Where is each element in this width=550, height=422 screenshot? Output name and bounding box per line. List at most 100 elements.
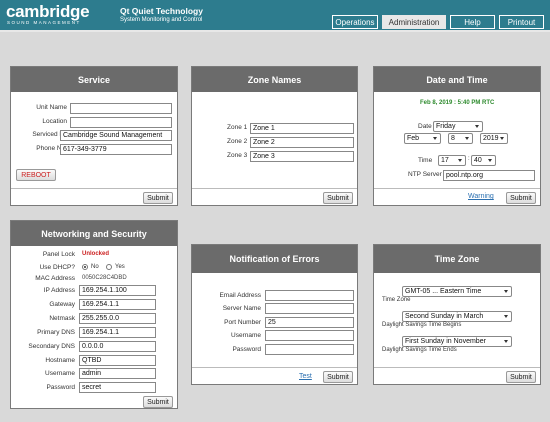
zones-submit-button[interactable]: Submit [323,192,353,204]
zone1-label: Zone 1 [227,124,248,131]
chevron-down-icon [458,159,462,162]
app-header: cambridge SOUND MANAGEMENT Qt Quiet Tech… [0,0,550,30]
panel-lock-status: Unlocked [82,251,110,257]
password-input[interactable]: secret [79,382,156,393]
chevron-down-icon [488,159,492,162]
zone1-input[interactable]: Zone 1 [250,123,354,134]
location-input[interactable] [70,117,172,128]
month-select[interactable]: Feb [404,133,441,144]
email-label: Email Address [219,292,261,299]
gateway-label: Gateway [49,301,75,308]
dst-begin-caption: Daylight Savings Time Begins [382,322,462,328]
network-submit-button[interactable]: Submit [143,396,173,408]
dhcp-no-radio[interactable] [82,264,88,270]
netmask-input[interactable]: 255.255.0.0 [79,313,156,324]
port-input[interactable]: 25 [265,317,354,328]
ip-address-input[interactable]: 169.254.1.100 [79,285,156,296]
smtp-password-input[interactable] [265,344,354,355]
current-datetime: Feb 8, 2019 : 5:40 PM RTC [420,100,495,106]
dst-begin-select[interactable]: Second Sunday in March [402,311,512,322]
username-label: Username [45,370,75,377]
product-name: Qt Quiet Technology [120,6,203,16]
panel-title: Networking and Security [11,221,177,246]
day-select[interactable]: 8 [448,133,473,144]
panel-title: Date and Time [374,67,540,92]
zone2-label: Zone 2 [227,138,248,145]
zone3-input[interactable]: Zone 3 [250,151,354,162]
networking-panel: Networking and Security Panel Lock Unloc… [10,220,178,409]
dst-end-caption: Daylight Savings Time Ends [382,347,457,353]
chevron-down-icon [504,340,508,343]
time-label: Time [418,157,433,164]
product-tagline: System Monitoring and Control [120,17,203,23]
chevron-down-icon [504,290,508,293]
hour-select[interactable]: 17 [438,155,466,166]
chevron-down-icon [500,137,504,140]
zone-names-panel: Zone Names Zone 1 Zone 1 Zone 2 Zone 2 Z… [191,66,358,206]
dhcp-yes-radio[interactable] [106,264,112,270]
primary-dns-input[interactable]: 169.254.1.1 [79,327,156,338]
unit-name-input[interactable] [70,103,172,114]
brand-subtitle: SOUND MANAGEMENT [7,20,81,25]
nav-printout[interactable]: Printout [499,15,544,29]
netmask-label: Netmask [49,315,75,322]
username-input[interactable]: admin [79,368,156,379]
chevron-down-icon [465,137,469,140]
header-divider [0,30,550,32]
zone2-input[interactable]: Zone 2 [250,137,354,148]
ntp-server-input[interactable]: pool.ntp.org [443,170,535,181]
serviced-by-input[interactable]: Cambridge Sound Management [60,130,172,141]
server-name-label: Server Name [222,305,261,312]
reboot-button[interactable]: REBOOT [16,169,56,181]
location-label: Location [42,118,67,125]
time-zone-panel: Time Zone GMT-05 ... Eastern Time Time Z… [373,244,541,385]
errors-submit-button[interactable]: Submit [323,371,353,383]
errors-panel: Notification of Errors Email Address Ser… [191,244,358,385]
year-select[interactable]: 2019 [480,133,508,144]
unit-name-label: Unit Name [36,104,67,111]
gateway-input[interactable]: 169.254.1.1 [79,299,156,310]
panel-title: Service [11,67,177,92]
email-input[interactable] [265,290,354,301]
port-label: Port Number [224,319,261,326]
timezone-submit-button[interactable]: Submit [506,371,536,383]
dst-end-select[interactable]: First Sunday in November [402,336,512,347]
ntp-server-label: NTP Server [408,171,442,178]
nav-help[interactable]: Help [450,15,495,29]
time-zone-caption: Time Zone [382,297,411,303]
smtp-username-label: Username [231,332,261,339]
minute-select[interactable]: 40 [471,155,496,166]
primary-dns-label: Primary DNS [37,329,75,336]
secondary-dns-input[interactable]: 0.0.0.0 [79,341,156,352]
nav-operations[interactable]: Operations [332,15,378,29]
chevron-down-icon [504,315,508,318]
hostname-input[interactable]: QTBD [79,355,156,366]
smtp-username-input[interactable] [265,330,354,341]
zone3-label: Zone 3 [227,152,248,159]
smtp-password-label: Password [232,346,261,353]
phone-input[interactable]: 617-349-3779 [60,144,172,155]
mac-address-value: 0050C28C4DBD [82,275,127,281]
secondary-dns-label: Secondary DNS [28,343,75,350]
weekday-select[interactable]: Friday [433,121,483,132]
test-link[interactable]: Test [299,373,312,380]
datetime-submit-button[interactable]: Submit [506,192,536,204]
server-name-input[interactable] [265,303,354,314]
warning-link[interactable]: Warning [468,193,494,200]
time-zone-select[interactable]: GMT-05 ... Eastern Time [402,286,512,297]
date-label: Date [418,123,432,130]
password-label: Password [46,384,75,391]
panel-lock-label: Panel Lock [42,251,75,258]
brand-logo: cambridge SOUND MANAGEMENT [6,2,90,26]
product-title: Qt Quiet Technology System Monitoring an… [120,6,203,24]
dhcp-yes-label: Yes [115,264,125,270]
panel-title: Time Zone [374,245,540,273]
brand-name: cambridge [6,2,90,21]
service-submit-button[interactable]: Submit [143,192,173,204]
ip-address-label: IP Address [43,287,75,294]
dhcp-no-label: No [91,264,99,270]
nav-administration[interactable]: Administration [382,15,446,29]
chevron-down-icon [433,137,437,140]
mac-address-label: MAC Address [35,275,75,282]
panel-title: Zone Names [192,67,357,92]
